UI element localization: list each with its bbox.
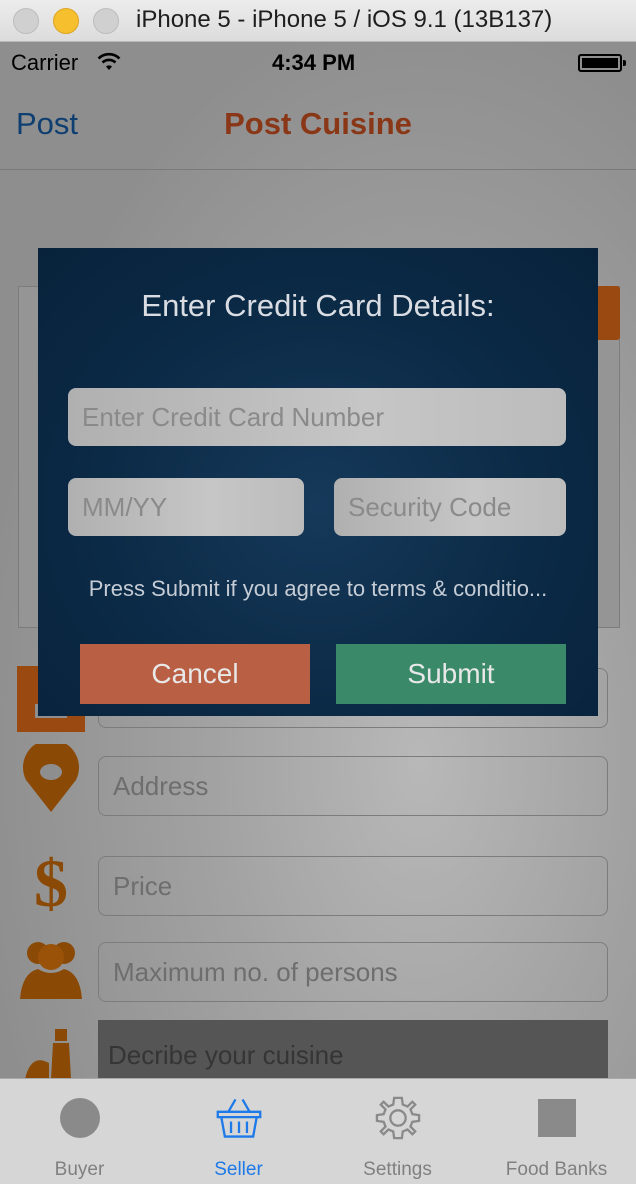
navigation-bar: Post Post Cuisine [0, 82, 636, 170]
cancel-button[interactable]: Cancel [80, 644, 310, 704]
circle-icon [57, 1095, 103, 1141]
status-time: 4:34 PM [272, 50, 356, 75]
simulator-title-bar: iPhone 5 - iPhone 5 / iOS 9.1 (13B137) [0, 0, 636, 42]
tab-label: Buyer [54, 1159, 105, 1180]
tab-food-banks[interactable]: Food Banks [477, 1079, 636, 1184]
tab-label: Settings [363, 1159, 432, 1180]
status-bar: Carrier 4:34 PM [0, 42, 636, 82]
tab-label: Seller [214, 1159, 263, 1180]
wifi-icon [96, 52, 122, 77]
tab-settings[interactable]: Settings [318, 1079, 477, 1184]
price-input[interactable]: Price [98, 856, 608, 916]
persons-icon [16, 932, 86, 1002]
dollar-icon: $ [34, 844, 68, 921]
modal-title: Enter Credit Card Details: [141, 288, 495, 323]
page-title: Post Cuisine [224, 106, 412, 141]
basket-icon [216, 1095, 262, 1141]
gear-icon [375, 1095, 421, 1141]
security-code-input[interactable]: Security Code [334, 478, 566, 536]
tab-seller[interactable]: Seller [159, 1079, 318, 1184]
credit-card-number-input[interactable]: Enter Credit Card Number [68, 388, 566, 446]
submit-button[interactable]: Submit [336, 644, 566, 704]
battery-icon [578, 54, 626, 72]
photo-badge-icon[interactable] [596, 286, 620, 340]
tab-label: Food Banks [505, 1159, 608, 1180]
location-pin-icon [16, 744, 86, 814]
carrier-label: Carrier [11, 50, 79, 75]
tab-bar: Buyer Seller Settings Food Banks [0, 1078, 636, 1184]
window-title: iPhone 5 - iPhone 5 / iOS 9.1 (13B137) [136, 6, 553, 33]
tab-buyer[interactable]: Buyer [0, 1079, 159, 1184]
terms-notice: Press Submit if you agree to terms & con… [88, 576, 548, 601]
phone-screen: Carrier 4:34 PM Post Post Cuisine Addres… [0, 42, 636, 1184]
max-persons-input[interactable]: Maximum no. of persons [98, 942, 608, 1002]
window-minimize-button[interactable] [53, 8, 79, 34]
credit-card-modal: Enter Credit Card Details: Enter Credit … [38, 248, 598, 716]
window-zoom-button[interactable] [93, 8, 119, 34]
square-icon [534, 1095, 580, 1141]
expiry-date-input[interactable]: MM/YY [68, 478, 304, 536]
address-input[interactable]: Address [98, 756, 608, 816]
window-close-button[interactable] [13, 8, 39, 34]
